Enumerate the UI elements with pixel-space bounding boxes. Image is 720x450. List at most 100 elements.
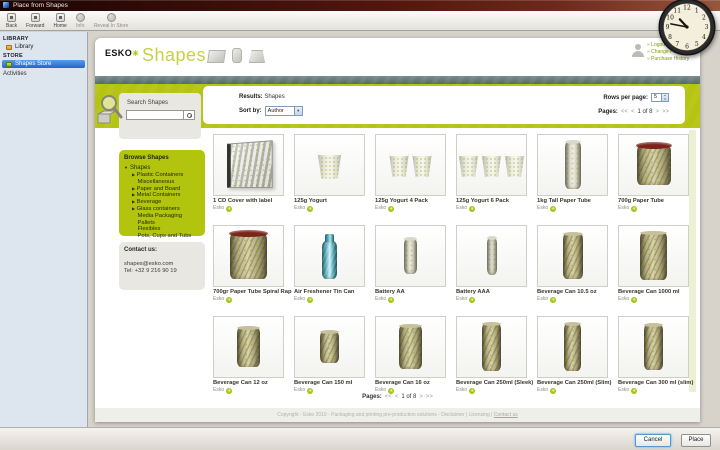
tree-node-miscellaneous[interactable]: Miscellaneous: [124, 179, 201, 186]
product-card-beverage-can-16-oz[interactable]: Beverage Can 16 ozEsko✳: [375, 316, 446, 394]
chevron-down-icon[interactable]: ▼: [294, 107, 302, 115]
svg-text:1: 1: [695, 7, 699, 14]
product-name[interactable]: Beverage Can 10.5 oz: [537, 289, 608, 296]
pager-nav-next[interactable]: >: [655, 109, 659, 115]
product-card-1kg-tall-paper-tube[interactable]: 1kg Tall Paper TubeEsko✳: [537, 134, 608, 212]
product-name[interactable]: Beverage Can 250ml (Slim): [537, 380, 608, 387]
rows-per-page-stepper[interactable]: 5 ▴▾: [651, 93, 669, 102]
product-name[interactable]: Beverage Can 16 oz: [375, 380, 446, 387]
toolbar-button-label: Info: [76, 23, 84, 29]
product-thumbnail[interactable]: [456, 316, 527, 378]
product-card-125g-yogurt[interactable]: 125g YogurtEsko✳: [294, 134, 365, 212]
product-name[interactable]: 700gr Paper Tube Spiral Rap: [213, 289, 284, 296]
toolbar-button-home[interactable]: Home: [53, 13, 66, 29]
toolbar-button-forward[interactable]: Forward: [26, 13, 44, 29]
product-name[interactable]: 1 CD Cover with label: [213, 198, 284, 205]
product-card-beverage-can-12-oz[interactable]: Beverage Can 12 ozEsko✳: [213, 316, 284, 394]
pager-nav-first[interactable]: <<: [621, 109, 628, 115]
product-thumbnail[interactable]: [294, 134, 365, 196]
pager-nav-prev[interactable]: <: [631, 109, 635, 115]
tree-node-shapes[interactable]: ▼Shapes: [124, 164, 201, 172]
place-button[interactable]: Place: [681, 434, 711, 447]
product-card-beverage-can-150-ml[interactable]: Beverage Can 150 mlEsko✳: [294, 316, 365, 394]
clock-gadget[interactable]: 121234567891011: [657, 0, 717, 57]
product-thumbnail[interactable]: [294, 316, 365, 378]
product-card-beverage-can-1000-ml[interactable]: Beverage Can 1000 mlEsko✳: [618, 225, 689, 303]
tree-node-beverage[interactable]: ▶Beverage: [124, 199, 201, 206]
product-card-battery-aa[interactable]: Battery AAEsko✳: [375, 225, 446, 303]
contact-email[interactable]: shapes@esko.com: [124, 261, 200, 268]
product-card-beverage-can-250ml-sleek[interactable]: Beverage Can 250ml (Sleek)Esko✳: [456, 316, 527, 394]
product-thumbnail[interactable]: [537, 316, 608, 378]
product-thumbnail[interactable]: [456, 134, 527, 196]
product-thumbnail[interactable]: [213, 225, 284, 287]
search-input[interactable]: [126, 110, 184, 120]
product-card-beverage-can-300-ml-slim[interactable]: Beverage Can 300 ml (slim)Esko✳: [618, 316, 689, 394]
product-name[interactable]: 700g Paper Tube: [618, 198, 689, 205]
product-name[interactable]: 1kg Tall Paper Tube: [537, 198, 608, 205]
product-name[interactable]: Battery AA: [375, 289, 446, 296]
product-thumbnail[interactable]: [537, 134, 608, 196]
product-name[interactable]: Air Freshener Tin Can: [294, 289, 365, 296]
product-card-125g-yogurt-4-pack[interactable]: 125g Yogurt 4 PackEsko✳: [375, 134, 446, 212]
tree-node-plastic-containers[interactable]: ▶Plastic Containers: [124, 172, 201, 179]
pager-nav-first[interactable]: <<: [385, 394, 392, 400]
product-thumbnail[interactable]: [618, 225, 689, 287]
product-name[interactable]: 125g Yogurt 6 Pack: [456, 198, 527, 205]
product-card-beverage-can-10-5-oz[interactable]: Beverage Can 10.5 ozEsko✳: [537, 225, 608, 303]
product-card-air-freshener-tin-can[interactable]: Air Freshener Tin CanEsko✳: [294, 225, 365, 303]
product-name[interactable]: Beverage Can 1000 ml: [618, 289, 689, 296]
product-thumbnail[interactable]: [618, 134, 689, 196]
tree-expanded-icon[interactable]: ▼: [124, 165, 128, 170]
toolbar-button-back[interactable]: Back: [6, 13, 17, 29]
product-thumbnail[interactable]: [618, 316, 689, 378]
product-card-700g-paper-tube[interactable]: 700g Paper TubeEsko✳: [618, 134, 689, 212]
product-thumbnail[interactable]: [456, 225, 527, 287]
spinner-arrows-icon[interactable]: ▴▾: [661, 94, 668, 101]
product-name[interactable]: Beverage Can 150 ml: [294, 380, 365, 387]
product-name[interactable]: Beverage Can 300 ml (slim): [618, 380, 689, 387]
cancel-button[interactable]: Cancel: [635, 434, 671, 447]
toolbar-button-info[interactable]: Info: [76, 13, 85, 29]
sidebar-item-library[interactable]: Library: [2, 43, 85, 51]
product-card-1-cd-cover-with-label[interactable]: 1 CD Cover with labelEsko✳: [213, 134, 284, 212]
sidebar-item-activities[interactable]: Activities: [0, 68, 87, 77]
pager-nav-next[interactable]: >: [419, 394, 423, 400]
product-card-battery-aaa[interactable]: Battery AAAEsko✳: [456, 225, 527, 303]
product-author: Esko: [375, 205, 386, 212]
toolbar-button-label: Forward: [26, 23, 44, 29]
footer-contact-link[interactable]: Contact us: [494, 412, 518, 418]
tree-node-paper-and-board[interactable]: ▶Paper and Board: [124, 186, 201, 193]
product-thumbnail[interactable]: [375, 225, 446, 287]
product-name[interactable]: Beverage Can 250ml (Sleek): [456, 380, 527, 387]
window-titlebar[interactable]: Place from Shapes: [0, 0, 720, 11]
toolbar-button-reveal-in-store[interactable]: Reveal In Store: [94, 13, 128, 29]
product-name[interactable]: Battery AAA: [456, 289, 527, 296]
tree-node-media-packaging[interactable]: Media Packaging: [124, 213, 201, 220]
account-link-purchase-history[interactable]: » Purchase History: [647, 56, 692, 63]
product-name[interactable]: Beverage Can 12 oz: [213, 380, 284, 387]
pager-nav-last[interactable]: >>: [662, 109, 669, 115]
product-thumbnail[interactable]: [375, 134, 446, 196]
product-card-125g-yogurt-6-pack[interactable]: 125g Yogurt 6 PackEsko✳: [456, 134, 527, 212]
tree-node-pallets[interactable]: Pallets: [124, 220, 201, 227]
product-thumbnail[interactable]: [213, 316, 284, 378]
product-thumbnail[interactable]: [294, 225, 365, 287]
product-name[interactable]: 125g Yogurt 4 Pack: [375, 198, 446, 205]
product-thumbnail[interactable]: [213, 134, 284, 196]
product-name[interactable]: 125g Yogurt: [294, 198, 365, 205]
pager-nav-prev[interactable]: <: [395, 394, 399, 400]
tree-node-metal-containers[interactable]: ▶Metal Containers: [124, 192, 201, 199]
tree-node-glass-containers[interactable]: ▶Glass containers: [124, 206, 201, 213]
tree-node-pots-cups-and-tubs[interactable]: Pots, Cups and Tubs: [124, 233, 201, 240]
search-button[interactable]: [184, 110, 195, 120]
product-thumbnail[interactable]: [537, 225, 608, 287]
product-card-beverage-can-250ml-slim[interactable]: Beverage Can 250ml (Slim)Esko✳: [537, 316, 608, 394]
product-author: Esko: [375, 387, 386, 394]
pager-nav-last[interactable]: >>: [426, 394, 433, 400]
product-thumbnail[interactable]: [375, 316, 446, 378]
sidebar-item-shapes-store[interactable]: Shapes Store: [2, 60, 85, 68]
tree-node-flexibles[interactable]: Flexibles: [124, 226, 201, 233]
sort-dropdown[interactable]: Author ▼: [265, 106, 303, 116]
product-card-700gr-paper-tube-spiral-rap[interactable]: 700gr Paper Tube Spiral RapEsko✳: [213, 225, 284, 303]
